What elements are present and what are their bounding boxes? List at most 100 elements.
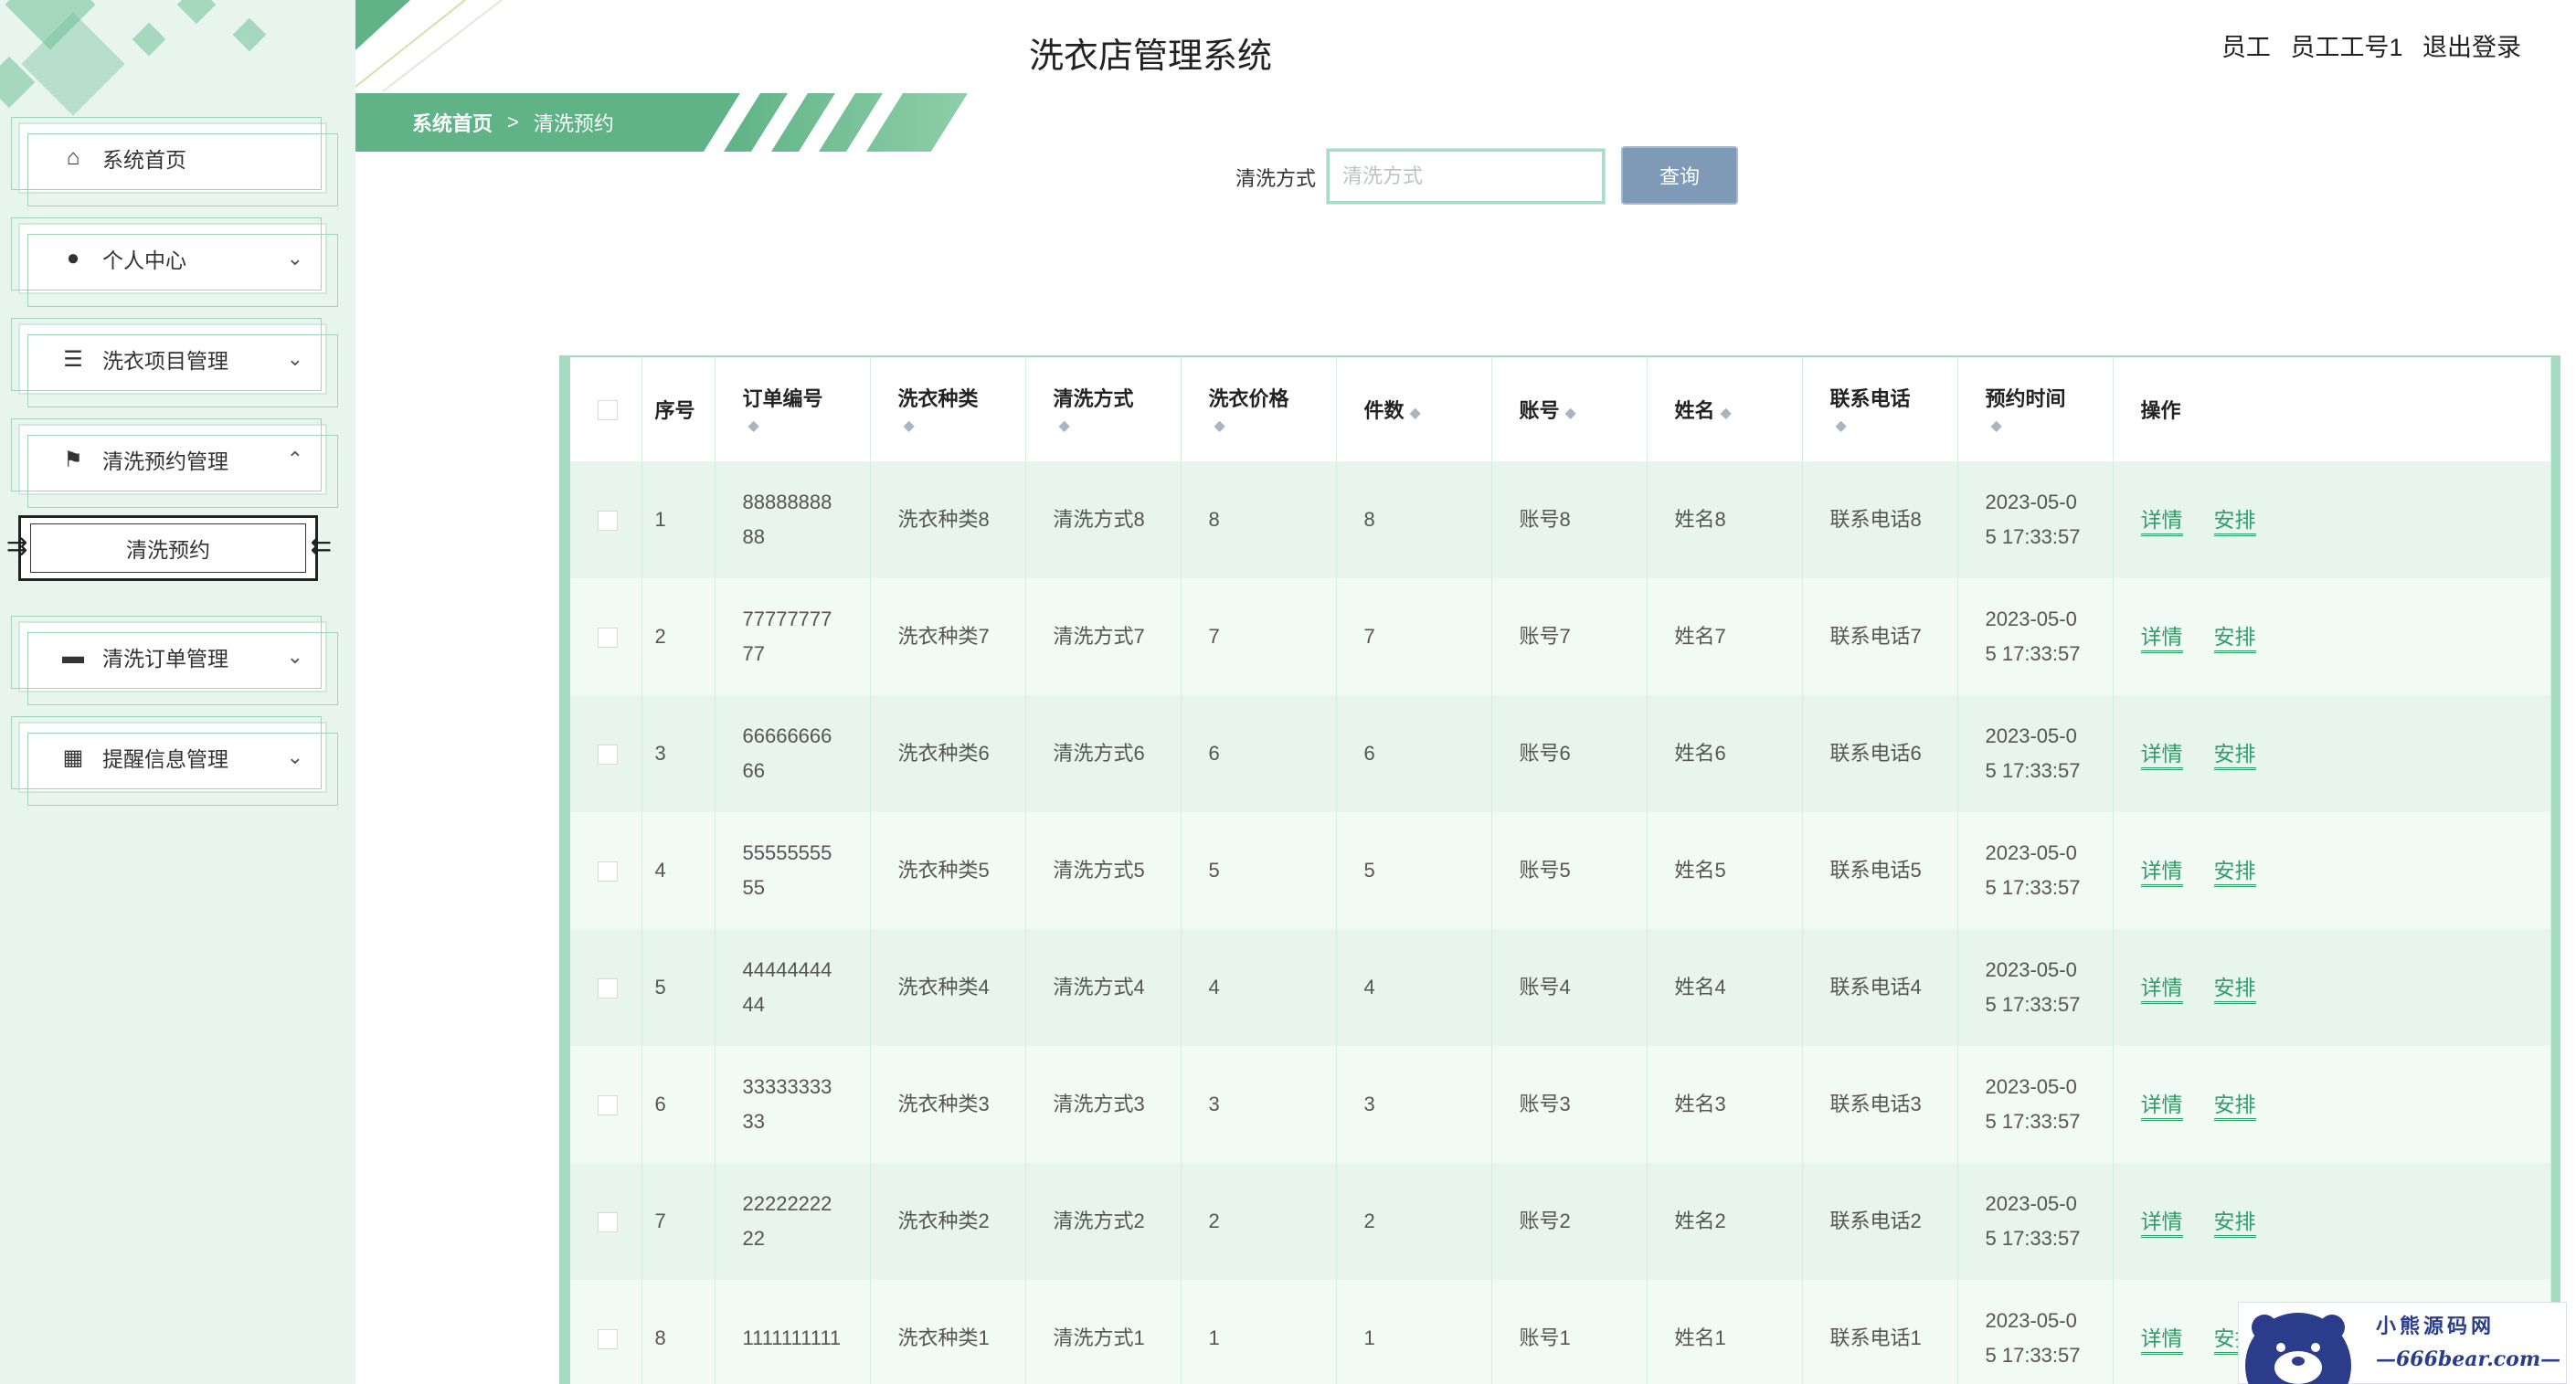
header-laundry-type[interactable]: 洗衣种类 ◆	[870, 357, 1026, 461]
sort-icon[interactable]: ◆	[1991, 418, 2002, 434]
cell-phone: 联系电话8	[1802, 461, 1958, 578]
chevron-up-icon: ⌃	[286, 448, 303, 470]
detail-link[interactable]: 详情	[2140, 975, 2183, 1004]
cell-name: 姓名8	[1647, 461, 1803, 578]
sort-icon[interactable]: ◆	[1214, 418, 1225, 434]
user-icon: ●	[66, 246, 80, 270]
cell-actions: 详情 安排	[2113, 929, 2551, 1046]
arrange-link[interactable]: 安排	[2213, 1209, 2256, 1238]
detail-link[interactable]: 详情	[2140, 741, 2183, 770]
row-checkbox[interactable]	[598, 1212, 618, 1233]
detail-link[interactable]: 详情	[2140, 858, 2183, 887]
watermark-text: 小熊源码网 —666bear.com—	[2358, 1310, 2560, 1376]
arrange-link[interactable]: 安排	[2213, 741, 2256, 770]
home-icon: ⌂	[66, 145, 80, 170]
header-name[interactable]: 姓名 ◆	[1647, 357, 1803, 461]
sort-icon[interactable]: ◆	[1410, 406, 1421, 421]
cell-laundry-type: 洗衣种类8	[870, 461, 1026, 578]
arrange-link[interactable]: 安排	[2213, 858, 2256, 887]
header-phone[interactable]: 联系电话 ◆	[1802, 357, 1958, 461]
sidebar-item-label: 洗衣项目管理	[102, 349, 228, 373]
cell-index: 1	[641, 461, 716, 578]
detail-link[interactable]: 详情	[2140, 1209, 2183, 1238]
cell-laundry-type: 洗衣种类2	[870, 1163, 1026, 1280]
arrange-link[interactable]: 安排	[2213, 975, 2256, 1004]
sidebar-subitem-cleaning-appointment[interactable]: ⇉ 清洗预约 ⇇	[6, 515, 332, 581]
sort-icon[interactable]: ◆	[1059, 418, 1070, 434]
sort-icon[interactable]: ◆	[1836, 418, 1847, 434]
arrange-link[interactable]: 安排	[2213, 1092, 2256, 1121]
cell-cleaning-method: 清洗方式5	[1025, 812, 1182, 929]
cell-index: 8	[641, 1280, 716, 1384]
cell-index: 4	[641, 812, 716, 929]
sidebar-item-cleaning-appointment[interactable]: ⚑ 清洗预约管理 ⌃	[11, 418, 338, 508]
sidebar-item-home[interactable]: ⌂ 系统首页	[11, 117, 338, 206]
flag-icon: ⚑	[63, 447, 83, 472]
search-label: 清洗方式	[1235, 167, 1317, 190]
cell-actions: 详情 安排	[2113, 461, 2551, 578]
detail-link[interactable]: 详情	[2140, 1326, 2183, 1355]
arrow-left-icon: ⇇	[310, 532, 332, 560]
search-button[interactable]: 查询	[1621, 146, 1738, 205]
row-select-cell	[570, 1163, 642, 1280]
header-price[interactable]: 洗衣价格 ◆	[1181, 357, 1337, 461]
row-checkbox[interactable]	[598, 628, 618, 649]
detail-link[interactable]: 详情	[2140, 1092, 2183, 1121]
sort-icon[interactable]: ◆	[1721, 406, 1732, 421]
header-decoration	[355, 0, 503, 91]
table-row: 6 3333333333 洗衣种类3 清洗方式3 3 3 账号3 姓名3 联系电…	[570, 1046, 2551, 1163]
bear-mascot-icon	[2245, 1313, 2351, 1384]
sort-icon[interactable]: ◆	[1565, 406, 1576, 421]
sidebar-item-cleaning-order[interactable]: ▬ 清洗订单管理 ⌄	[11, 616, 338, 705]
header-order-number[interactable]: 订单编号 ◆	[715, 357, 871, 461]
header-cleaning-method[interactable]: 清洗方式 ◆	[1025, 357, 1182, 461]
row-checkbox[interactable]	[598, 1329, 618, 1350]
cell-count: 3	[1336, 1046, 1492, 1163]
breadcrumb-stripes	[704, 93, 903, 152]
cell-appointment-time: 2023-05-05 17:33:57	[1957, 461, 2114, 578]
cell-count: 7	[1336, 578, 1492, 695]
sidebar-item-personal-center[interactable]: ● 个人中心 ⌄	[11, 217, 338, 307]
header-account[interactable]: 账号 ◆	[1491, 357, 1648, 461]
arrange-link[interactable]: 安排	[2213, 624, 2256, 653]
detail-link[interactable]: 详情	[2140, 624, 2183, 653]
cell-appointment-time: 2023-05-05 17:33:57	[1957, 1046, 2114, 1163]
cell-price: 6	[1181, 695, 1337, 812]
cell-cleaning-method: 清洗方式2	[1025, 1163, 1182, 1280]
cell-laundry-type: 洗衣种类3	[870, 1046, 1026, 1163]
app-title: 洗衣店管理系统	[1029, 37, 1273, 76]
cell-count: 6	[1336, 695, 1492, 812]
row-checkbox[interactable]	[598, 861, 618, 882]
logout-link[interactable]: 退出登录	[2422, 34, 2521, 61]
table-row: 7 2222222222 洗衣种类2 清洗方式2 2 2 账号2 姓名2 联系电…	[570, 1163, 2551, 1280]
cell-laundry-type: 洗衣种类4	[870, 929, 1026, 1046]
detail-link[interactable]: 详情	[2140, 507, 2183, 536]
breadcrumb-separator: >	[507, 111, 519, 133]
row-checkbox[interactable]	[598, 978, 618, 999]
cell-name: 姓名1	[1647, 1280, 1803, 1384]
cell-laundry-type: 洗衣种类7	[870, 578, 1026, 695]
arrange-link[interactable]: 安排	[2213, 507, 2256, 536]
search-input[interactable]	[1326, 148, 1606, 205]
select-all-checkbox[interactable]	[598, 400, 618, 421]
cell-phone: 联系电话2	[1802, 1163, 1958, 1280]
cell-cleaning-method: 清洗方式1	[1025, 1280, 1182, 1384]
row-checkbox[interactable]	[598, 511, 618, 532]
cell-account: 账号3	[1491, 1046, 1648, 1163]
cell-phone: 联系电话7	[1802, 578, 1958, 695]
monitor-icon: ▬	[62, 644, 84, 669]
sidebar-item-laundry-project[interactable]: ☰ 洗衣项目管理 ⌄	[11, 318, 338, 407]
sidebar-item-reminder[interactable]: ▦ 提醒信息管理 ⌄	[11, 716, 338, 806]
cell-appointment-time: 2023-05-05 17:33:57	[1957, 695, 2114, 812]
header-count[interactable]: 件数 ◆	[1336, 357, 1492, 461]
cell-actions: 详情 安排	[2113, 578, 2551, 695]
sort-icon[interactable]: ◆	[748, 418, 759, 434]
row-checkbox[interactable]	[598, 745, 618, 766]
sort-icon[interactable]: ◆	[904, 418, 915, 434]
breadcrumb-home[interactable]: 系统首页	[412, 108, 493, 137]
row-checkbox[interactable]	[598, 1095, 618, 1116]
cell-index: 7	[641, 1163, 716, 1280]
header-appointment-time[interactable]: 预约时间 ◆	[1957, 357, 2114, 461]
cell-appointment-time: 2023-05-05 17:33:57	[1957, 1163, 2114, 1280]
cell-appointment-time: 2023-05-05 17:33:57	[1957, 812, 2114, 929]
